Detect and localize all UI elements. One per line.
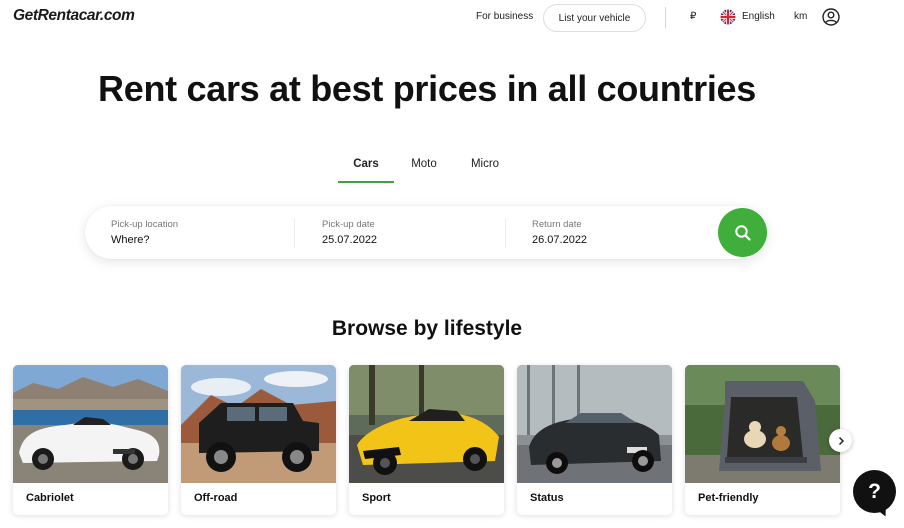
pickup-date-label: Pick-up date [322,219,375,230]
pickup-date-field[interactable]: Pick-up date 25.07.2022 [322,206,502,259]
pet-friendly-image [685,365,840,483]
return-date-value[interactable]: 26.07.2022 [532,234,587,246]
field-divider [505,218,506,248]
carousel-next-button[interactable] [829,429,852,452]
unit-selector[interactable]: km [794,11,807,22]
return-date-field[interactable]: Return date 26.07.2022 [532,206,712,259]
language-selector[interactable]: English [742,11,775,22]
tab-micro[interactable]: Micro [467,158,503,184]
tab-moto[interactable]: Moto [405,158,443,184]
help-icon: ? [868,479,881,503]
lifestyle-card-status[interactable]: Status [517,365,672,515]
lifestyle-card-cabriolet[interactable]: Cabriolet [13,365,168,515]
lifestyle-card-sport[interactable]: Sport [349,365,504,515]
list-vehicle-button[interactable]: List your vehicle [543,4,646,32]
active-tab-indicator [338,181,394,183]
pickup-location-input[interactable]: Where? [111,234,150,246]
header-divider [665,7,666,28]
cabriolet-image [13,365,168,483]
chevron-right-icon [838,436,844,445]
lifestyle-card-pet-friendly[interactable]: Pet-friendly [685,365,840,515]
lifestyle-card-off-road[interactable]: Off-road [181,365,336,515]
help-button[interactable]: ? [853,470,896,513]
search-bar: Pick-up location Where? Pick-up date 25.… [85,206,767,259]
card-label: Sport [362,492,391,504]
sport-image [349,365,504,483]
for-business-link[interactable]: For business [476,11,533,22]
currency-selector[interactable]: ₽ [690,11,696,22]
header: GetRentacar.com For business List your v… [0,0,904,34]
card-label: Cabriolet [26,492,74,504]
pickup-date-value[interactable]: 25.07.2022 [322,234,377,246]
logo[interactable]: GetRentacar.com [13,7,135,25]
search-icon [734,224,751,241]
hero-title: Rent cars at best prices in all countrie… [98,68,756,109]
vehicle-type-tabs: Cars Moto Micro [0,158,904,184]
card-label: Off-road [194,492,238,504]
flag-uk-icon[interactable] [720,9,736,25]
user-icon[interactable] [822,8,840,26]
status-image [517,365,672,483]
card-label: Status [530,492,564,504]
pickup-location-field[interactable]: Pick-up location Where? [111,206,291,259]
search-button[interactable] [718,208,767,257]
off-road-image [181,365,336,483]
section-title: Browse by lifestyle [331,317,523,340]
pickup-location-label: Pick-up location [111,219,179,230]
card-label: Pet-friendly [698,492,759,504]
field-divider [294,218,295,248]
return-date-label: Return date [532,219,582,230]
